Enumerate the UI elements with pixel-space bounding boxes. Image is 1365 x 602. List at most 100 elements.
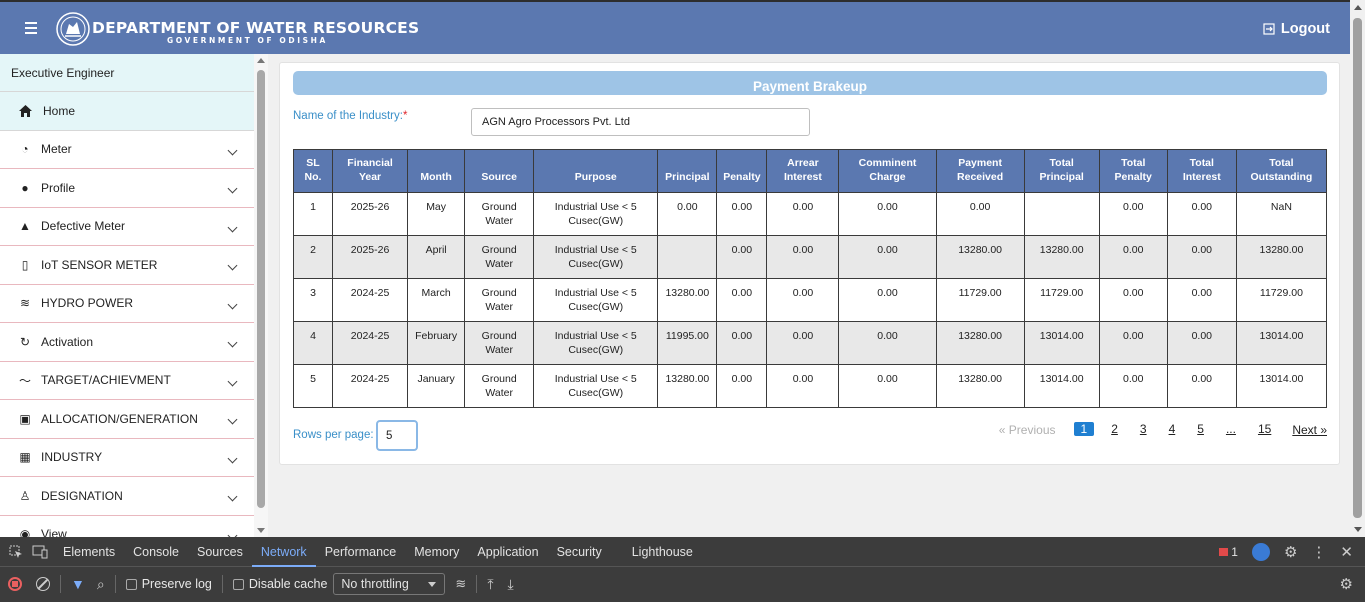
table-cell: March xyxy=(407,278,466,322)
scrollbar-thumb[interactable] xyxy=(257,70,265,508)
clear-icon[interactable] xyxy=(36,577,50,591)
sidebar-item-label: INDUSTRY xyxy=(41,450,103,465)
table-row: 1 2025-26 May Ground Water Industrial Use < … xyxy=(292,192,1328,236)
sidebar-item-label: IoT SENSOR METER xyxy=(41,257,158,272)
sidebar-scrollbar[interactable] xyxy=(254,54,268,537)
table-row: 2 2025-26 April Ground Water Industrial Use … xyxy=(292,235,1328,279)
table-cell: 0.00 xyxy=(838,278,937,322)
sidebar-item-industry[interactable]: ▦ INDUSTRY xyxy=(0,439,254,477)
scroll-up-icon[interactable] xyxy=(1354,5,1362,10)
devtools-tab-performance[interactable]: Performance xyxy=(316,537,406,567)
sidebar-item-designation[interactable]: ♙ DESIGNATION xyxy=(0,477,254,516)
main-content: Payment Brakeup Name of the Industry:* S… xyxy=(268,54,1350,537)
devtools-tab-network[interactable]: Network xyxy=(251,537,316,567)
import-har-icon[interactable]: ⤒ xyxy=(487,576,493,593)
devtools-tab-lighthouse[interactable]: Lighthouse xyxy=(623,537,702,567)
previous-page-link[interactable]: « Previous xyxy=(999,423,1056,437)
document-icon: ▣ xyxy=(19,411,31,426)
table-cell: Industrial Use < 5 Cusec(GW) xyxy=(533,321,659,365)
logout-button[interactable]: Logout xyxy=(1263,21,1330,37)
sidebar-item-label: DESIGNATION xyxy=(41,488,123,503)
table-cell: 11729.00 xyxy=(935,278,1025,322)
sidebar-item-iot-sensor-meter[interactable]: ▯ IoT SENSOR METER xyxy=(0,246,254,285)
devtools-tab-elements[interactable]: Elements xyxy=(54,537,124,567)
column-header: Total Principal xyxy=(1023,149,1100,193)
device-toolbar-icon[interactable] xyxy=(32,544,48,560)
rows-per-page-input[interactable] xyxy=(376,420,418,451)
close-icon[interactable]: ✕ xyxy=(1340,543,1353,561)
page-link-4[interactable]: 4 xyxy=(1164,422,1181,436)
network-toolbar: ▼ ⌕ Preserve log Disable cache No thrott… xyxy=(0,567,1365,601)
customize-icon[interactable] xyxy=(1251,543,1270,561)
preserve-log-checkbox[interactable]: Preserve log xyxy=(125,577,212,591)
chevron-down-icon xyxy=(227,337,238,348)
table-cell: 0.00 xyxy=(838,321,937,365)
devtools-tab-memory[interactable]: Memory xyxy=(405,537,468,567)
table-cell: 0.00 xyxy=(1166,364,1237,408)
table-row: 4 2024-25 February Ground Water Industrial U… xyxy=(292,321,1328,365)
sidebar-item-hydro-power[interactable]: ≋ HYDRO POWER xyxy=(0,285,254,323)
app-header: DEPARTMENT OF WATER RESOURCES GOVERNMENT… xyxy=(0,0,1350,54)
network-conditions-icon[interactable]: ≋ xyxy=(455,576,466,592)
column-header: Month xyxy=(407,149,466,193)
throttling-select[interactable]: No throttling xyxy=(333,573,446,595)
page-ellipsis[interactable]: ... xyxy=(1221,422,1241,436)
sidebar-item-profile[interactable]: ● Profile xyxy=(0,169,254,208)
table-row: 3 2024-25 March Ground Water Industrial Use … xyxy=(292,278,1328,322)
more-options-icon[interactable]: ⋮ xyxy=(1311,543,1326,561)
column-header: Purpose xyxy=(533,149,659,193)
filter-icon[interactable]: ▼ xyxy=(71,576,85,592)
devtools-tab-application[interactable]: Application xyxy=(468,537,547,567)
scroll-down-icon[interactable] xyxy=(1354,527,1362,532)
sidebar-item-meter[interactable]: ◔ Meter xyxy=(0,131,254,169)
disable-cache-checkbox[interactable]: Disable cache xyxy=(232,577,327,591)
search-icon[interactable]: ⌕ xyxy=(97,576,105,593)
page-link-1[interactable]: 1 xyxy=(1073,422,1095,436)
refresh-icon: ↻ xyxy=(19,334,31,349)
record-stop-icon[interactable] xyxy=(8,577,22,591)
table-cell: 0.00 xyxy=(657,192,718,236)
network-settings-icon[interactable]: ⚙ xyxy=(1340,575,1353,593)
table-cell: 0.00 xyxy=(838,235,937,279)
column-header: SL No. xyxy=(292,149,334,193)
page-link-5[interactable]: 5 xyxy=(1192,422,1209,436)
table-cell: 0.00 xyxy=(716,364,768,408)
sidebar-item-label: HYDRO POWER xyxy=(41,296,134,311)
menu-icon[interactable] xyxy=(22,19,40,35)
devtools-tab-security[interactable]: Security xyxy=(548,537,611,567)
table-cell: 4 xyxy=(292,321,334,365)
inspect-element-icon[interactable] xyxy=(8,544,24,560)
page-link-3[interactable]: 3 xyxy=(1135,422,1152,436)
industry-name-field[interactable] xyxy=(471,108,810,136)
sidebar-item-activation[interactable]: ↻ Activation xyxy=(0,323,254,362)
sidebar-item-defective-meter[interactable]: ▲ Defective Meter xyxy=(0,208,254,246)
table-cell: 13280.00 xyxy=(935,364,1025,408)
sidebar-item-view[interactable]: ◉ View xyxy=(0,516,254,537)
table-cell: May xyxy=(407,192,466,236)
table-cell: February xyxy=(407,321,466,365)
page-scrollbar[interactable] xyxy=(1350,0,1365,537)
devtools-tab-sources[interactable]: Sources xyxy=(188,537,252,567)
page-link-2[interactable]: 2 xyxy=(1106,422,1123,436)
scroll-down-icon[interactable] xyxy=(257,528,265,533)
error-count-badge[interactable]: 1 xyxy=(1219,545,1238,559)
sidebar-item-label: Activation xyxy=(41,334,94,349)
page-link-15[interactable]: 15 xyxy=(1253,422,1276,436)
sidebar-item-allocation-generation[interactable]: ▣ ALLOCATION/GENERATION xyxy=(0,400,254,439)
chevron-down-icon xyxy=(227,376,238,386)
sidebar-item-target-achievment[interactable]: 〜 TARGET/ACHIEVMENT xyxy=(0,362,254,400)
table-cell: 1 xyxy=(292,192,334,236)
table-cell: April xyxy=(407,235,466,279)
sidebar-item-home[interactable]: Home xyxy=(0,92,254,131)
next-page-link[interactable]: Next » xyxy=(1292,423,1327,437)
table-cell: 13014.00 xyxy=(1235,321,1328,365)
industry-label: Name of the Industry:* xyxy=(293,110,408,122)
scrollbar-thumb[interactable] xyxy=(1353,18,1362,518)
devtools-tab-console[interactable]: Console xyxy=(124,537,188,567)
column-header: Total Interest xyxy=(1166,149,1237,193)
settings-gear-icon[interactable]: ⚙ xyxy=(1284,543,1297,561)
export-har-icon[interactable]: ⤓ xyxy=(508,576,514,593)
sensor-icon: ▯ xyxy=(21,257,29,272)
payment-card: Payment Brakeup Name of the Industry:* S… xyxy=(279,62,1340,465)
scroll-up-icon[interactable] xyxy=(257,58,265,63)
